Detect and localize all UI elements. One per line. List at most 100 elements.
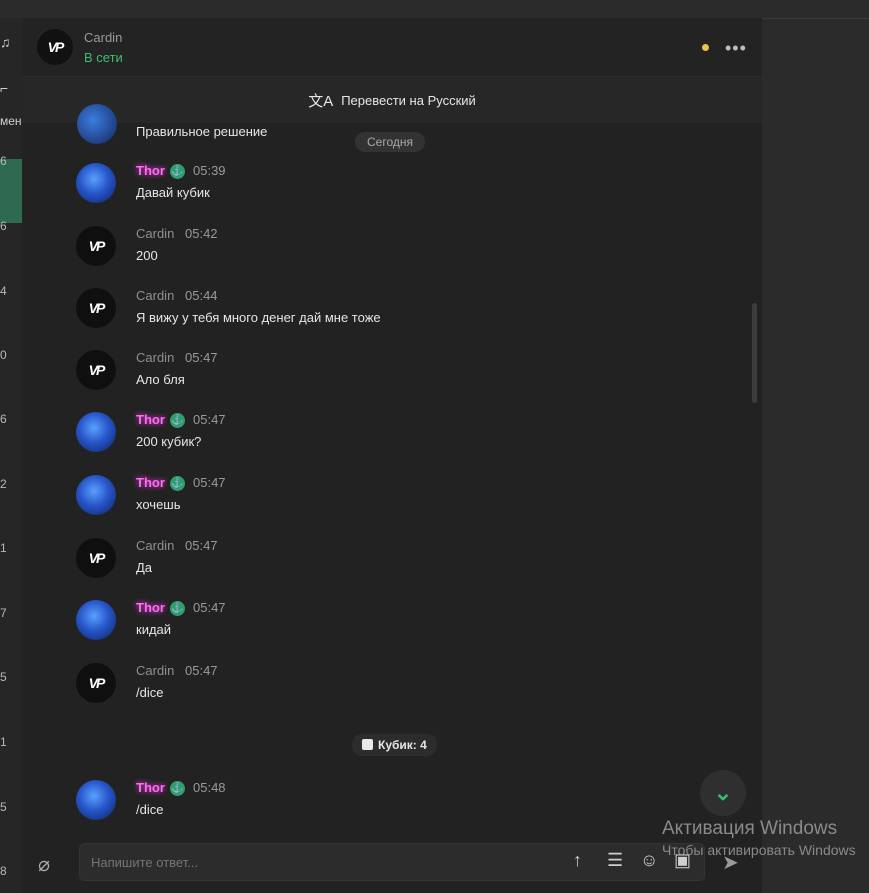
message-text: /dice: [136, 685, 164, 700]
message-item[interactable]: Thor ⚓ 05:48 /dice: [76, 780, 716, 830]
role-badge-icon: ⚓: [170, 164, 185, 179]
translate-bar[interactable]: 文A Перевести на Русский: [22, 76, 762, 123]
sidebar-count: 1: [0, 541, 7, 555]
message-author[interactable]: Cardin: [136, 538, 174, 553]
message-item[interactable]: Thor ⚓ 05:39 Давай кубик: [76, 163, 716, 213]
message-author[interactable]: Thor: [136, 163, 165, 178]
watermark-subtitle: Чтобы активировать Windows: [662, 842, 856, 858]
composer: ⌀ ↑ ☰ ☺ ▣ ➤: [22, 840, 762, 893]
scroll-to-bottom-button[interactable]: ⌄: [700, 770, 746, 816]
message-time: 05:47: [185, 538, 218, 553]
dice-result-label: Кубик: 4: [378, 738, 427, 752]
message-author[interactable]: Cardin: [136, 226, 174, 241]
more-icon[interactable]: •••: [725, 38, 747, 59]
role-badge-icon: ⚓: [170, 601, 185, 616]
window-top-bar: [0, 0, 869, 19]
sidebar-count: 4: [0, 284, 7, 298]
message-author[interactable]: Cardin: [136, 288, 174, 303]
avatar[interactable]: [76, 412, 116, 452]
dice-icon: [362, 739, 373, 750]
date-separator: Сегодня: [355, 132, 425, 152]
message-author[interactable]: Thor: [136, 412, 165, 427]
message-text: Давай кубик: [136, 185, 210, 200]
headphones-icon[interactable]: ♫: [0, 34, 11, 50]
translate-icon: 文A: [308, 92, 334, 110]
sidebar-count: 6: [0, 219, 7, 233]
message-text: 200: [136, 248, 158, 263]
message-item[interactable]: Thor ⚓ 05:47 хочешь: [76, 475, 716, 525]
role-badge-icon: ⚓: [170, 413, 185, 428]
message-text: 200 кубик?: [136, 434, 202, 449]
message-time: 05:47: [193, 600, 226, 615]
sidebar-count: 5: [0, 670, 7, 684]
sidebar-count: 7: [0, 606, 7, 620]
sidebar-count: 1: [0, 735, 7, 749]
avatar[interactable]: VP: [76, 226, 116, 266]
translate-label: Перевести на Русский: [341, 92, 476, 108]
cart-icon[interactable]: ⌐: [0, 80, 8, 96]
message-item[interactable]: VP Cardin 05:42 200: [76, 226, 716, 276]
windows-activation-watermark: Активация Windows Чтобы активировать Win…: [662, 818, 856, 858]
sidebar-count: 2: [0, 477, 7, 491]
message-time: 05:47: [185, 350, 218, 365]
chat-list-sidebar: ♫ ⌐ мени 6 6 4 0 6 2 1 7 5 1 5 8: [0, 18, 22, 893]
message-item[interactable]: VP Cardin 05:47 Ало бля: [76, 350, 716, 400]
emoji-icon[interactable]: ☺: [640, 850, 658, 871]
avatar[interactable]: [76, 600, 116, 640]
message-text: Ало бля: [136, 372, 185, 387]
message-time: 05:42: [185, 226, 218, 241]
message-text: Я вижу у тебя много денег дай мне тоже: [136, 310, 381, 325]
sidebar-count: 6: [0, 412, 7, 426]
message-text: кидай: [136, 622, 172, 637]
sidebar-partial-label: мени: [0, 114, 22, 128]
avatar[interactable]: VP: [76, 663, 116, 703]
avatar[interactable]: [76, 475, 116, 515]
message-text: /dice: [136, 802, 164, 817]
sidebar-count: 8: [0, 864, 7, 878]
message-item[interactable]: Thor ⚓ 05:47 кидай: [76, 600, 716, 650]
message-item[interactable]: VP Cardin 05:47 /dice: [76, 663, 716, 713]
role-badge-icon: ⚓: [170, 781, 185, 796]
avatar[interactable]: VP: [76, 538, 116, 578]
message-author[interactable]: Thor: [136, 475, 165, 490]
message-item[interactable]: Thor ⚓ 05:47 200 кубик?: [76, 412, 716, 462]
sidebar-count: 5: [0, 800, 7, 814]
message-time: 05:47: [193, 412, 226, 427]
list-icon[interactable]: ☰: [607, 850, 623, 871]
message-author[interactable]: Cardin: [136, 350, 174, 365]
message-time: 05:44: [185, 288, 218, 303]
scrollbar[interactable]: [752, 303, 757, 403]
avatar[interactable]: VP: [76, 288, 116, 328]
message-item[interactable]: VP Cardin 05:44 Я вижу у тебя много дене…: [76, 288, 716, 338]
avatar[interactable]: VP: [37, 29, 73, 65]
message-author[interactable]: Thor: [136, 600, 165, 615]
avatar[interactable]: [76, 780, 116, 820]
dice-result-badge: Кубик: 4: [352, 734, 437, 756]
message-time: 05:47: [185, 663, 218, 678]
message-author[interactable]: Cardin: [136, 663, 174, 678]
sidebar-count: 0: [0, 348, 7, 362]
avatar[interactable]: [76, 163, 116, 203]
message-time: 05:48: [193, 780, 226, 795]
arrow-up-icon[interactable]: ↑: [573, 850, 582, 871]
message-list[interactable]: Правильное решение Сегодня Thor ⚓ 05:39 …: [22, 104, 762, 832]
sidebar-selected-item[interactable]: [0, 159, 22, 223]
status-dot-icon: [702, 44, 709, 51]
avatar[interactable]: VP: [76, 350, 116, 390]
message-item[interactable]: VP Cardin 05:47 Да: [76, 538, 716, 588]
message-text: хочешь: [136, 497, 181, 512]
message-text: Правильное решение: [136, 124, 268, 139]
message-author[interactable]: Thor: [136, 780, 165, 795]
chevron-down-icon: ⌄: [713, 780, 733, 805]
chat-title[interactable]: Cardin: [84, 30, 122, 45]
role-badge-icon: ⚓: [170, 476, 185, 491]
message-text: Да: [136, 560, 153, 575]
chat-panel: VP Cardin В сети ••• 文A Перевести на Рус…: [22, 18, 762, 893]
sidebar-count: 6: [0, 154, 7, 168]
avatar[interactable]: [77, 104, 117, 144]
online-status: В сети: [84, 50, 123, 65]
chat-header[interactable]: VP Cardin В сети •••: [22, 18, 762, 76]
attach-icon[interactable]: ⌀: [38, 852, 50, 877]
watermark-title: Активация Windows: [662, 818, 838, 839]
message-time: 05:39: [193, 163, 226, 178]
